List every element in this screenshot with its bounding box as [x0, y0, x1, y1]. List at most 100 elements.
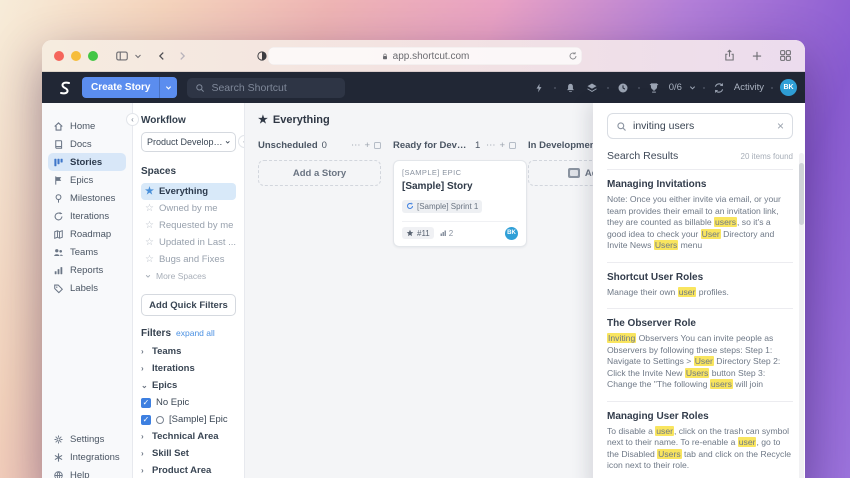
sidebar-item-stories[interactable]: Stories — [48, 153, 126, 171]
create-story-caret-icon[interactable] — [159, 77, 177, 98]
separator-dot — [702, 86, 705, 89]
sidebar-item-home[interactable]: Home — [48, 117, 126, 135]
search-result-item[interactable]: The Observer Role Inviting Observers You… — [607, 309, 793, 402]
clear-search-icon[interactable]: × — [777, 119, 784, 133]
star-filled-icon[interactable]: ★ — [258, 113, 268, 126]
column-name: Unscheduled — [258, 140, 318, 151]
refresh-icon[interactable] — [568, 51, 578, 61]
card-owner-avatar[interactable]: BK — [505, 226, 518, 240]
global-search-input[interactable]: Search Shortcut — [187, 77, 346, 98]
filter-group-technical-area[interactable]: › Technical Area — [141, 428, 236, 445]
column-add-icon[interactable]: + — [499, 140, 505, 151]
milestone-pin-icon — [53, 193, 64, 204]
chevron-down-icon — [145, 274, 151, 278]
activity-label[interactable]: Activity — [734, 82, 764, 93]
recents-clock-icon[interactable] — [616, 80, 631, 95]
address-bar[interactable]: app.shortcut.com — [268, 47, 582, 65]
shortcut-logo-icon[interactable] — [56, 79, 74, 97]
trophy-icon[interactable] — [647, 80, 662, 95]
story-id-badge[interactable]: #11 — [402, 227, 434, 239]
label-tag-icon — [53, 283, 64, 294]
browser-toolbar: app.shortcut.com — [42, 40, 805, 72]
filter-group-epics[interactable]: ⌄ Epics — [141, 377, 236, 394]
add-quick-filters-button[interactable]: Add Quick Filters — [141, 294, 236, 316]
result-snippet: Inviting Observers You can invite people… — [607, 333, 781, 389]
create-story-button[interactable]: Create Story — [82, 77, 178, 98]
sidebar-item-epics[interactable]: Epics — [48, 171, 126, 189]
search-result-item[interactable]: Shortcut User Roles Manage their own use… — [607, 263, 793, 309]
filter-panel-collapse-button[interactable]: ‹ — [238, 135, 244, 148]
chevron-down-icon[interactable] — [132, 46, 144, 66]
epic-state-icon — [156, 415, 164, 424]
zoom-window-button[interactable] — [88, 50, 98, 61]
column-select-icon[interactable] — [509, 142, 516, 149]
search-field[interactable]: × — [607, 113, 793, 139]
space-item-updated-in-last[interactable]: ☆ Updated in Last ... — [141, 234, 236, 251]
workflow-heading: Workflow — [141, 115, 186, 126]
automations-lightning-icon[interactable] — [532, 80, 547, 95]
browser-window: app.shortcut.com Create Story Search Sho… — [42, 40, 805, 478]
sidebar-item-help[interactable]: Help — [48, 466, 126, 478]
result-snippet: To disable a user, click on the trash ca… — [607, 425, 792, 470]
filter-group-iterations[interactable]: › Iterations — [141, 360, 236, 377]
sidebar-item-docs[interactable]: Docs — [48, 135, 126, 153]
space-item-requested-by-me[interactable]: ☆ Requested by me — [141, 217, 236, 234]
space-item-owned-by-me[interactable]: ☆ Owned by me — [141, 200, 236, 217]
expand-all-link[interactable]: expand all — [176, 328, 215, 338]
search-result-item[interactable]: Managing User Roles To disable a user, c… — [607, 402, 793, 478]
filter-group-teams[interactable]: › Teams — [141, 343, 236, 360]
new-tab-icon[interactable] — [747, 46, 767, 66]
star-filled-icon: ★ — [145, 186, 154, 197]
card-epic-label: [SAMPLE] EPIC — [402, 168, 462, 177]
card-iteration-tag[interactable]: [Sample] Sprint 1 — [402, 199, 483, 213]
space-item-everything[interactable]: ★ Everything — [141, 183, 236, 200]
add-story-button[interactable]: Add a Story — [258, 160, 381, 186]
panel-scrollbar-thumb[interactable] — [799, 163, 804, 225]
close-window-button[interactable] — [54, 50, 64, 61]
trophy-caret-icon[interactable] — [689, 84, 696, 91]
filter-check-no-epic[interactable]: ✓ No Epic — [141, 394, 236, 411]
workflow-select[interactable]: Product Development — [141, 132, 236, 152]
search-query-input[interactable] — [633, 120, 771, 132]
filter-group-skill-set[interactable]: › Skill Set — [141, 445, 236, 462]
notifications-bell-icon[interactable] — [563, 80, 578, 95]
sidebar-item-labels[interactable]: Labels — [48, 279, 126, 297]
separator-dot — [637, 86, 640, 89]
url-text: app.shortcut.com — [392, 50, 470, 62]
create-story-label: Create Story — [91, 82, 151, 93]
sidebar-item-roadmap[interactable]: Roadmap — [48, 225, 126, 243]
filter-check-sample-epic[interactable]: ✓ [Sample] Epic — [141, 411, 236, 428]
tab-overview-icon[interactable] — [775, 46, 795, 66]
checkbox-checked-icon[interactable]: ✓ — [141, 397, 151, 408]
stack-layers-icon[interactable] — [585, 80, 600, 95]
minimize-window-button[interactable] — [71, 50, 81, 61]
forward-button[interactable] — [172, 46, 192, 66]
filter-group-product-area[interactable]: › Product Area — [141, 462, 236, 478]
column-more-icon[interactable]: ⋯ — [486, 140, 496, 151]
column-more-icon[interactable]: ⋯ — [351, 140, 361, 151]
sidebar-item-teams[interactable]: Teams — [48, 243, 126, 261]
activity-icon[interactable] — [712, 80, 727, 95]
column-select-icon[interactable] — [374, 142, 381, 149]
share-icon[interactable] — [719, 46, 739, 66]
space-item-bugs-and-fixes[interactable]: ☆ Bugs and Fixes — [141, 251, 236, 268]
search-result-item[interactable]: Managing Invitations Note: Once you eith… — [607, 170, 793, 263]
search-icon — [196, 83, 205, 92]
star-outline-icon: ☆ — [145, 237, 154, 248]
story-card[interactable]: [SAMPLE] EPIC [Sample] Story [Sample] Sp… — [393, 160, 527, 247]
checkbox-checked-icon[interactable]: ✓ — [141, 414, 151, 425]
trophy-count: 0/6 — [668, 82, 682, 93]
column-add-icon[interactable]: + — [364, 140, 370, 151]
stories-kanban-icon — [53, 157, 64, 168]
sidebar-item-settings[interactable]: Settings — [48, 430, 126, 448]
sidebar-item-milestones[interactable]: Milestones — [48, 189, 126, 207]
more-spaces-toggle[interactable]: More Spaces — [141, 268, 236, 284]
sidebar-item-iterations[interactable]: Iterations — [48, 207, 126, 225]
sidebar-item-reports[interactable]: Reports — [48, 261, 126, 279]
back-button[interactable] — [152, 46, 172, 66]
workflow-value: Product Development — [147, 137, 225, 147]
sidebar-toggle-icon[interactable] — [112, 46, 132, 66]
sidebar-item-integrations[interactable]: Integrations — [48, 448, 126, 466]
sidebar-collapse-button[interactable]: ‹ — [126, 113, 139, 126]
user-avatar[interactable]: BK — [780, 79, 797, 96]
